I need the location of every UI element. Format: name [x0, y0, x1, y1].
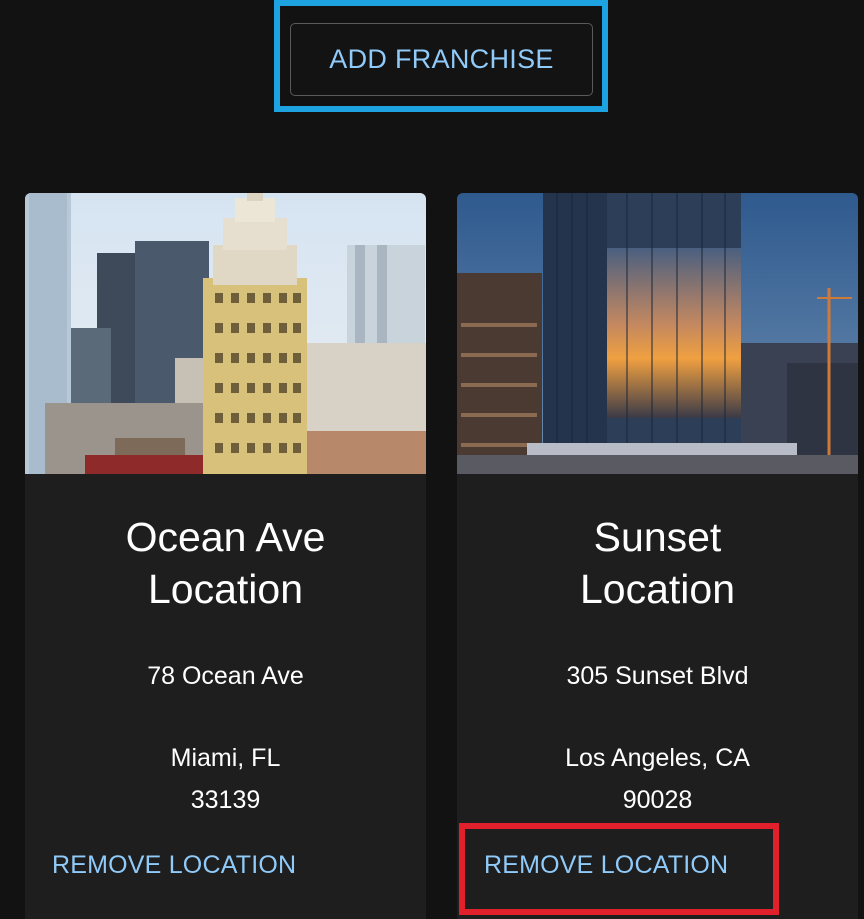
remove-location-button[interactable]: REMOVE LOCATION — [52, 851, 296, 880]
remove-location-button[interactable]: REMOVE LOCATION — [484, 851, 728, 880]
location-title-line2: Location — [579, 566, 735, 612]
location-photo — [25, 193, 426, 474]
location-title-line1: Ocean Ave — [125, 514, 326, 560]
location-title-line2: Location — [147, 566, 303, 612]
location-city-state: Miami, FL — [170, 744, 281, 772]
location-title-line1: Sunset — [593, 514, 722, 560]
location-city-state: Los Angeles, CA — [565, 744, 750, 772]
la-skyline-image — [457, 193, 858, 474]
location-title: Sunset Location — [457, 511, 858, 615]
location-title: Ocean Ave Location — [25, 511, 426, 615]
miami-skyline-image — [25, 193, 426, 474]
location-address: 78 Ocean Ave — [147, 662, 304, 690]
location-card-sunset: Sunset Location 305 Sunset Blvd Los Ange… — [457, 193, 858, 919]
add-franchise-button[interactable]: ADD FRANCHISE — [290, 23, 593, 96]
location-address: 305 Sunset Blvd — [566, 662, 749, 690]
location-zip: 33139 — [190, 786, 261, 814]
location-zip: 90028 — [622, 786, 693, 814]
franchise-page: ADD FRANCHISE Ocean Ave Location 78 Ocea… — [0, 0, 864, 919]
location-card-ocean-ave: Ocean Ave Location 78 Ocean Ave Miami, F… — [25, 193, 426, 919]
location-photo — [457, 193, 858, 474]
